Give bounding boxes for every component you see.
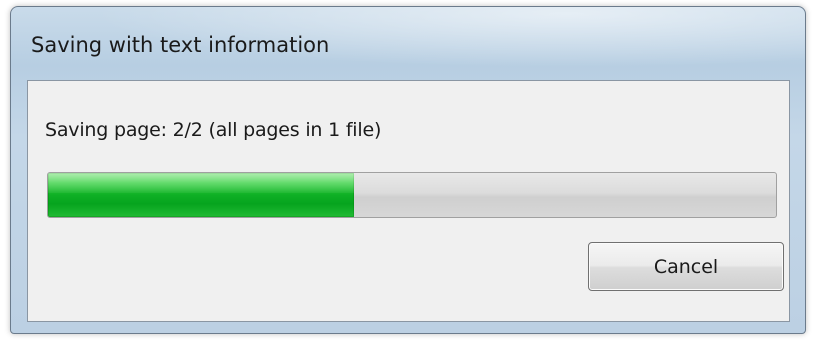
- saving-status-text: Saving page: 2/2 (all pages in 1 file): [45, 119, 382, 141]
- cancel-button[interactable]: Cancel: [588, 242, 784, 291]
- progress-bar-fill: [48, 173, 354, 217]
- dialog-content: Saving page: 2/2 (all pages in 1 file) C…: [27, 80, 790, 322]
- title-bar[interactable]: Saving with text information: [11, 7, 805, 79]
- progress-bar: [47, 172, 777, 218]
- window-title: Saving with text information: [31, 33, 330, 57]
- dialog-window: Saving with text information Saving page…: [10, 6, 806, 334]
